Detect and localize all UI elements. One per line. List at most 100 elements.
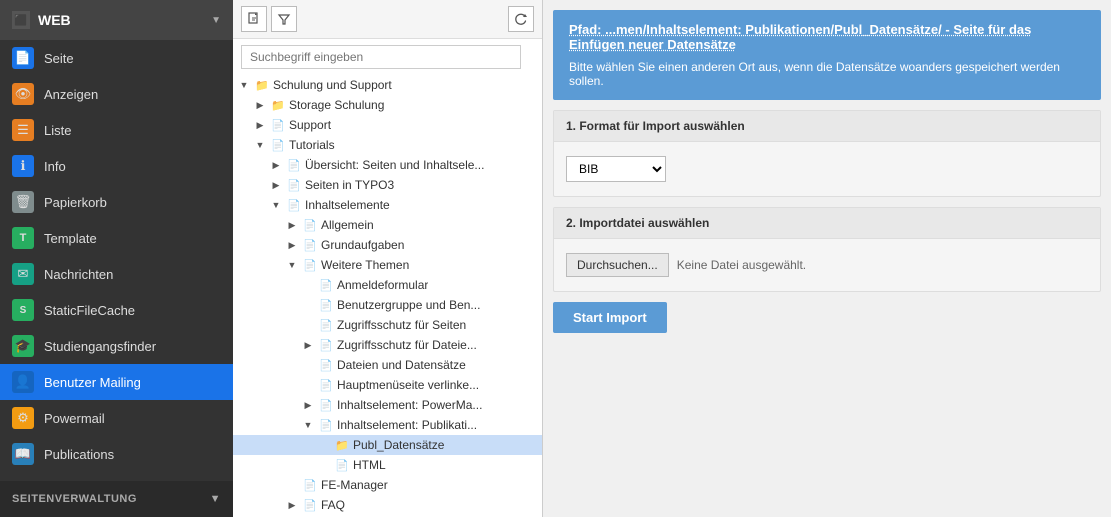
tree-node-weitere-themen[interactable]: ▼ 📄 Weitere Themen	[233, 255, 542, 275]
sidebar-item-label: Template	[44, 231, 97, 246]
toggle-icon[interactable]: ▶	[285, 220, 299, 231]
tree-node-inhalt-publi[interactable]: ▼ 📄 Inhaltselement: Publikati...	[233, 415, 542, 435]
tree-toolbar-filter-btn[interactable]	[271, 6, 297, 32]
benutzer-icon: 👤	[12, 371, 34, 393]
sidebar-item-staticfilecache[interactable]: S StaticFileCache	[0, 292, 233, 328]
tree-node-label: Support	[289, 118, 331, 132]
toggle-icon[interactable]: ▼	[301, 420, 315, 430]
page-icon: 📄	[286, 177, 302, 193]
tree-node-support[interactable]: ▶ 📄 Support	[233, 115, 542, 135]
tree-node-label: FAQ	[321, 498, 345, 512]
start-import-button[interactable]: Start Import	[553, 302, 667, 333]
tree-node-label: Grundaufgaben	[321, 238, 404, 252]
sidebar-item-template[interactable]: T Template	[0, 220, 233, 256]
tree-node-publ-datensaetze[interactable]: 📁 Publ_Datensätze	[233, 435, 542, 455]
toggle-icon[interactable]: ▶	[285, 240, 299, 251]
tree-node-dateien[interactable]: 📄 Dateien und Datensätze	[233, 355, 542, 375]
tree-node-storage[interactable]: ▶ 📁 Storage Schulung	[233, 95, 542, 115]
tree-node-zugriffsschutz2[interactable]: ▶ 📄 Zugriffsschutz für Dateie...	[233, 335, 542, 355]
page-icon: 📄	[302, 217, 318, 233]
tree-node-label: Dateien und Datensätze	[337, 358, 466, 372]
sidebar-item-powermail[interactable]: ⚙ Powermail	[0, 400, 233, 436]
sidebar: ⬛ WEB ▼ 📄 Seite 👁 Anzeigen ☰ Liste ℹ Inf…	[0, 0, 233, 517]
toggle-icon[interactable]: ▼	[237, 80, 251, 90]
format-section-body: BIB RIS XML	[554, 142, 1100, 196]
tree-node-label: Anmeldeformular	[337, 278, 428, 292]
tree-toolbar-new-btn[interactable]	[241, 6, 267, 32]
sidebar-section-seitenverwaltung[interactable]: SEITENVERWALTUNG ▼	[0, 481, 233, 517]
liste-icon: ☰	[12, 119, 34, 141]
sidebar-item-label: Powermail	[44, 411, 105, 426]
toggle-icon[interactable]: ▼	[269, 200, 283, 210]
toggle-icon[interactable]: ▶	[269, 160, 283, 171]
toggle-icon[interactable]: ▶	[269, 180, 283, 191]
sidebar-item-papierkorb[interactable]: 🗑 Papierkorb	[0, 184, 233, 220]
tree-node-fe-manager[interactable]: 📄 FE-Manager	[233, 475, 542, 495]
tree-node-label: Benutzergruppe und Ben...	[337, 298, 480, 312]
file-section-title: 2. Importdatei auswählen	[554, 208, 1100, 239]
tree-node-label: Seiten in TYPO3	[305, 178, 394, 192]
format-select[interactable]: BIB RIS XML	[566, 156, 666, 182]
path-prefix: Pfad:	[569, 22, 605, 37]
sidebar-header[interactable]: ⬛ WEB ▼	[0, 0, 233, 40]
tree-node-zugriffsschutz1[interactable]: 📄 Zugriffsschutz für Seiten	[233, 315, 542, 335]
browse-button[interactable]: Durchsuchen...	[566, 253, 669, 277]
page-icon: 📄	[270, 117, 286, 133]
section-arrow-icon: ▼	[210, 493, 221, 505]
sidebar-item-nachrichten[interactable]: ✉ Nachrichten	[0, 256, 233, 292]
sidebar-item-seite[interactable]: 📄 Seite	[0, 40, 233, 76]
tree-toolbar-refresh-btn[interactable]	[508, 6, 534, 32]
toggle-icon[interactable]: ▼	[285, 260, 299, 270]
tree-node-label: Schulung und Support	[273, 78, 392, 92]
sidebar-collapse-icon[interactable]: ▼	[211, 15, 221, 26]
sidebar-item-benutzer-mailing[interactable]: 👤 Benutzer Mailing	[0, 364, 233, 400]
content-panel: Pfad: ...men/Inhaltselement: Publikation…	[543, 0, 1111, 517]
tree-node-benutzergruppe[interactable]: 📄 Benutzergruppe und Ben...	[233, 295, 542, 315]
papierkorb-icon: 🗑	[12, 191, 34, 213]
tree-node-uebersicht[interactable]: ▶ 📄 Übersicht: Seiten und Inhaltsele...	[233, 155, 542, 175]
toggle-icon[interactable]: ▶	[253, 120, 267, 131]
tree-node-label: FE-Manager	[321, 478, 388, 492]
tree-node-hauptmenue[interactable]: 📄 Hauptmenüseite verlinke...	[233, 375, 542, 395]
toggle-icon[interactable]: ▶	[301, 340, 315, 351]
tree-node-anmelde[interactable]: 📄 Anmeldeformular	[233, 275, 542, 295]
page-icon: 📄	[286, 197, 302, 213]
sidebar-item-info[interactable]: ℹ Info	[0, 148, 233, 184]
tree-node-label: Publ_Datensätze	[353, 438, 444, 452]
page-icon: 📄	[318, 377, 334, 393]
tree-node-schulung[interactable]: ▼ 📁 Schulung und Support	[233, 75, 542, 95]
tree-node-seiten-typo3[interactable]: ▶ 📄 Seiten in TYPO3	[233, 175, 542, 195]
page-icon: 📄	[286, 157, 302, 173]
tree-node-label: Hauptmenüseite verlinke...	[337, 378, 479, 392]
tree-node-label: Inhaltselement: Publikati...	[337, 418, 477, 432]
toggle-icon[interactable]: ▶	[285, 500, 299, 511]
section-label: SEITENVERWALTUNG	[12, 493, 137, 505]
page-icon: 📄	[318, 297, 334, 313]
seite-icon: 📄	[12, 47, 34, 69]
toggle-icon[interactable]: ▶	[301, 400, 315, 411]
sidebar-header-left: ⬛ WEB	[12, 11, 71, 29]
sidebar-item-label: Studiengangsfinder	[44, 339, 156, 354]
file-section: 2. Importdatei auswählen Durchsuchen... …	[553, 207, 1101, 292]
sidebar-item-anzeigen[interactable]: 👁 Anzeigen	[0, 76, 233, 112]
sidebar-item-liste[interactable]: ☰ Liste	[0, 112, 233, 148]
tree-node-label: Zugriffsschutz für Seiten	[337, 318, 466, 332]
page-icon: 📄	[334, 457, 350, 473]
tree-node-label: Inhaltselement: PowerMa...	[337, 398, 482, 412]
tree-node-grundaufgaben[interactable]: ▶ 📄 Grundaufgaben	[233, 235, 542, 255]
tree-node-inhaltselemente[interactable]: ▼ 📄 Inhaltselemente	[233, 195, 542, 215]
sidebar-item-publications[interactable]: 📖 Publications	[0, 436, 233, 472]
tree-node-faq[interactable]: ▶ 📄 FAQ	[233, 495, 542, 515]
tree-node-inhalt-power[interactable]: ▶ 📄 Inhaltselement: PowerMa...	[233, 395, 542, 415]
toggle-icon[interactable]: ▼	[253, 140, 267, 150]
tree-node-html-sub[interactable]: 📄 HTML	[233, 455, 542, 475]
toggle-icon[interactable]: ▶	[253, 100, 267, 111]
tree-search-input[interactable]	[241, 45, 521, 69]
path-desc: Bitte wählen Sie einen anderen Ort aus, …	[569, 60, 1085, 88]
file-row: Durchsuchen... Keine Datei ausgewählt.	[566, 253, 1088, 277]
sidebar-item-studiengangsfinder[interactable]: 🎓 Studiengangsfinder	[0, 328, 233, 364]
path-link: ...men/Inhaltselement: Publikationen/Pub…	[605, 22, 942, 37]
tree-node-allgemein[interactable]: ▶ 📄 Allgemein	[233, 215, 542, 235]
tree-node-tutorials[interactable]: ▼ 📄 Tutorials	[233, 135, 542, 155]
tree-node-label: Inhaltselemente	[305, 198, 390, 212]
